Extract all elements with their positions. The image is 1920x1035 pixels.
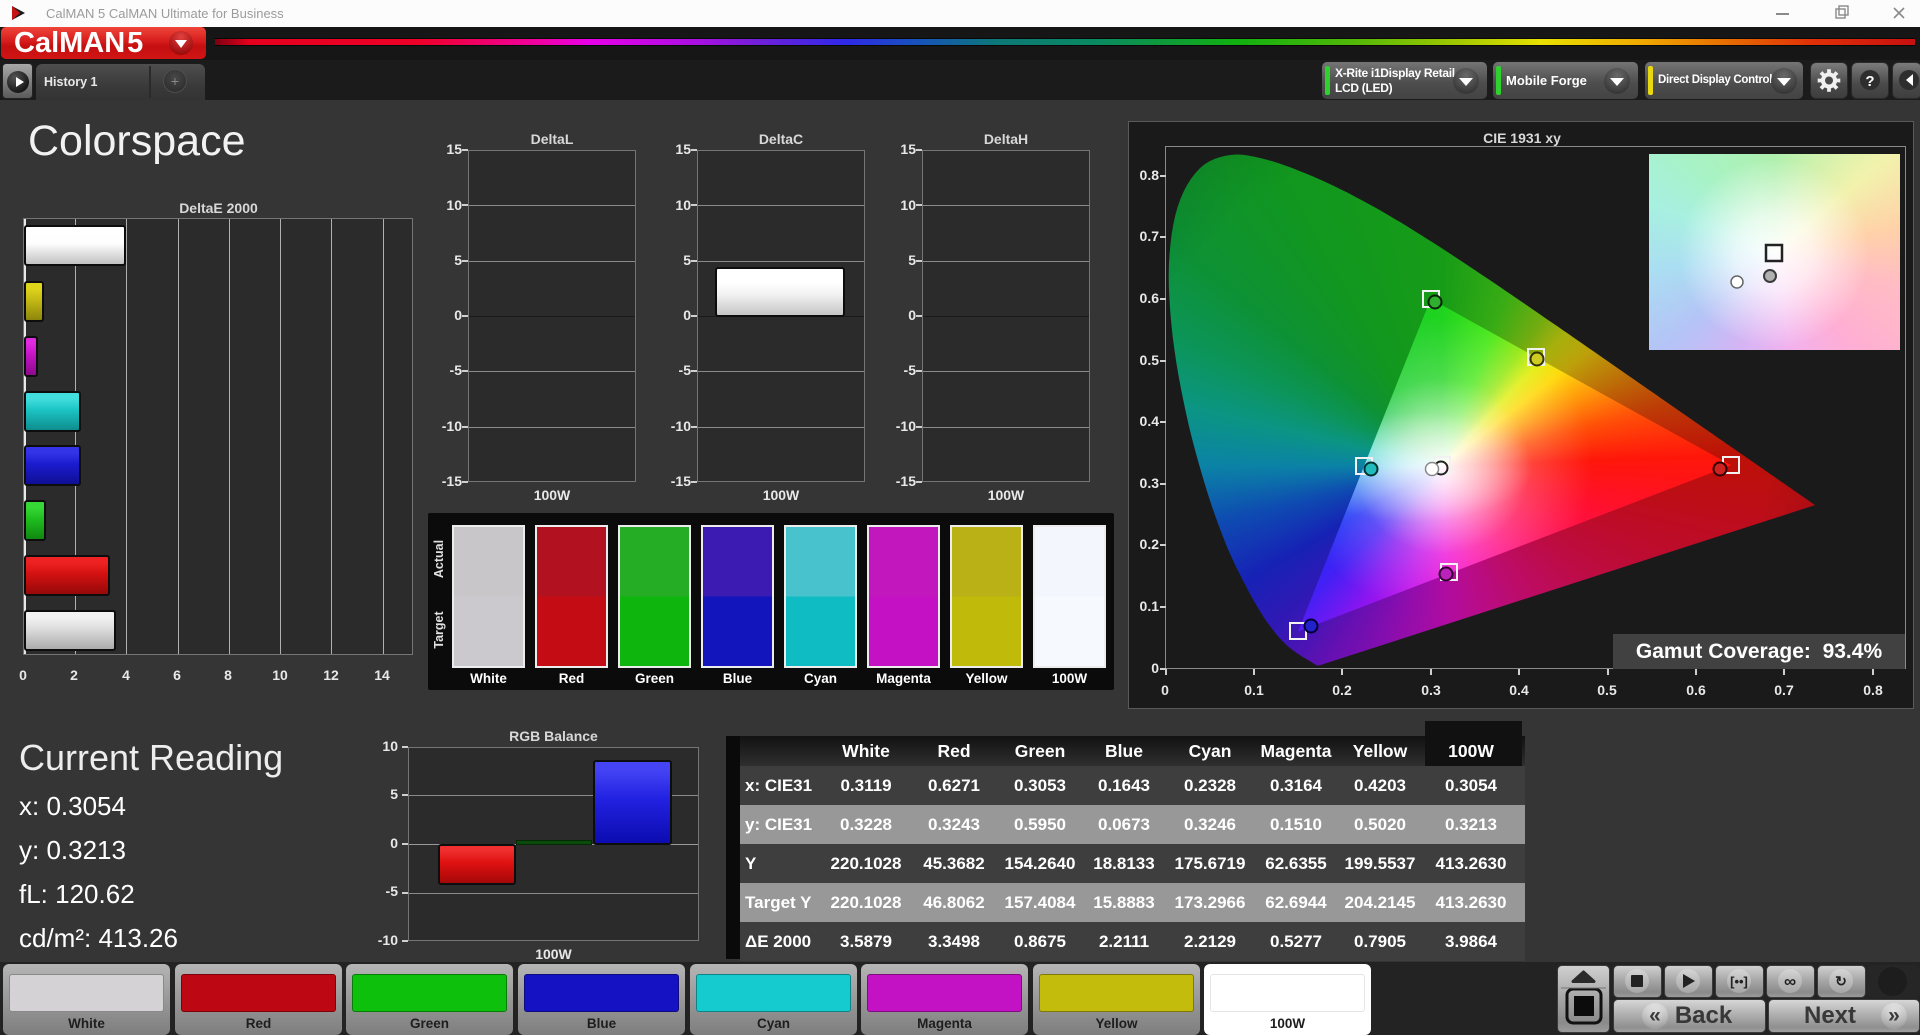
svg-text:∞: ∞ — [1784, 972, 1796, 991]
svg-text:?: ? — [1865, 73, 1874, 90]
svg-text:↻: ↻ — [1835, 973, 1847, 989]
svg-text:[••]: [••] — [1730, 974, 1748, 989]
